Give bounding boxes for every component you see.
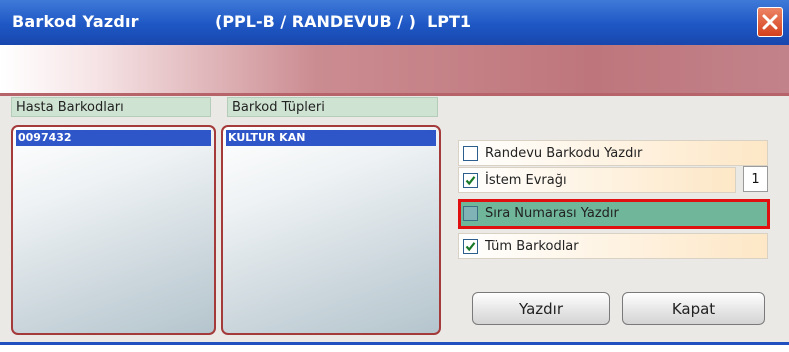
list-item[interactable]: KULTUR KAN [226,130,436,146]
sira-numarasi-checkbox[interactable] [463,206,478,221]
barkod-tupleri-list[interactable]: KULTUR KAN [221,125,441,335]
close-icon [762,14,778,30]
window-title: Barkod Yazdır [12,12,139,31]
barkod-tupleri-header: Barkod Tüpleri [227,97,438,117]
title-bar: Barkod Yazdır (PPL-B / RANDEVUB / ) LPT1 [0,0,789,45]
barkod-yazdir-dialog: Barkod Yazdır (PPL-B / RANDEVUB / ) LPT1… [0,0,789,352]
option-label: Sıra Numarası Yazdır [485,206,619,221]
istem-count-input[interactable]: 1 [743,166,768,192]
list-item[interactable]: 0097432 [16,130,211,146]
checkmark-icon [465,242,476,252]
option-label: İstem Evrağı [485,173,567,188]
yazdir-button[interactable]: Yazdır [472,292,610,325]
option-label: Tüm Barkodlar [485,239,579,254]
option-label: Randevu Barkodu Yazdır [485,146,643,161]
window-subtitle: (PPL-B / RANDEVUB / ) LPT1 [215,12,472,31]
kapat-button[interactable]: Kapat [622,292,765,325]
istem-evragi-checkbox[interactable] [463,173,478,188]
close-button[interactable] [757,7,783,37]
randevu-barkodu-checkbox[interactable] [463,146,478,161]
hasta-barkodlari-header: Hasta Barkodları [11,97,211,117]
hasta-barkodlari-list[interactable]: 0097432 [11,125,216,335]
header-banner [0,45,789,94]
checkmark-icon [465,176,476,186]
tum-barkodlar-checkbox[interactable] [463,239,478,254]
bottom-border [0,342,789,345]
